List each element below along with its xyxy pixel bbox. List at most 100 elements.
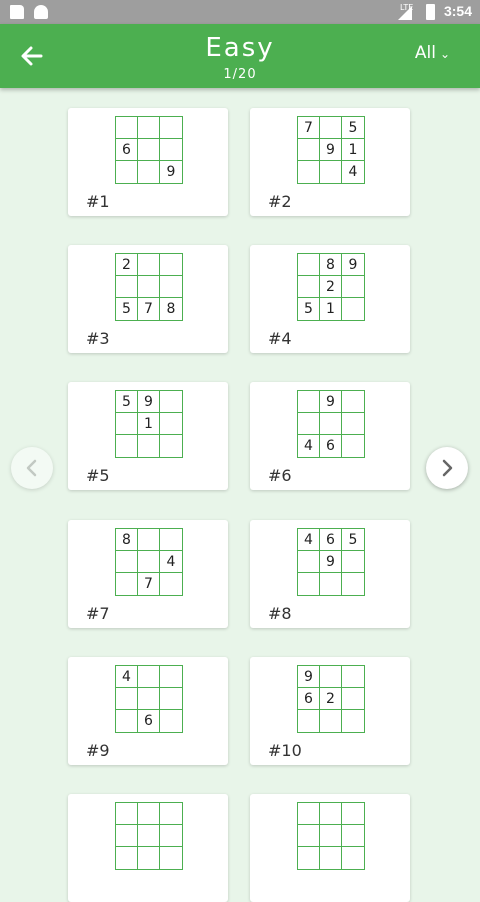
- grid-cell: [138, 117, 160, 139]
- puzzle-card[interactable]: 4 6 #9: [68, 657, 228, 765]
- grid-cell: [298, 391, 320, 413]
- puzzle-number: #1: [86, 192, 110, 211]
- grid-cell: 6: [320, 529, 342, 551]
- grid-cell: 6: [320, 435, 342, 457]
- puzzle-grid: 591: [115, 390, 183, 458]
- grid-cell: [160, 825, 182, 847]
- puzzle-grid: 962: [297, 665, 365, 733]
- grid-cell: [116, 413, 138, 435]
- puzzle-grid: 4659: [297, 528, 365, 596]
- puzzle-card[interactable]: 4 6 5 9 #8: [250, 520, 410, 628]
- grid-cell: [342, 803, 364, 825]
- puzzle-number: #10: [268, 741, 302, 760]
- grid-cell: [342, 710, 364, 732]
- grid-cell: 8: [166, 301, 176, 317]
- grid-cell: 9: [320, 391, 342, 413]
- grid-cell: 4: [116, 666, 138, 688]
- grid-cell: [138, 254, 160, 276]
- grid-cell: [138, 551, 160, 573]
- grid-cell: [320, 710, 342, 732]
- puzzle-card[interactable]: 8 4 7 #7: [68, 520, 228, 628]
- grid-cell: 6: [138, 710, 160, 732]
- filter-dropdown[interactable]: All ⌄: [415, 42, 450, 65]
- grid-cell: [342, 688, 364, 710]
- grid-cell: [116, 573, 138, 595]
- grid-cell: 9: [166, 164, 176, 180]
- grid-cell: [116, 688, 138, 710]
- grid-cell: [320, 666, 342, 688]
- grid-cell: 7: [138, 298, 160, 320]
- puzzle-card[interactable]: 6 9 #1: [68, 108, 228, 216]
- puzzle-card[interactable]: 5 9 1 #5: [68, 382, 228, 490]
- grid-cell: 2: [320, 276, 342, 298]
- grid-cell: [116, 551, 138, 573]
- puzzle-number: #4: [268, 329, 292, 348]
- puzzle-card[interactable]: 7 5 9 1 4 #2: [250, 108, 410, 216]
- next-page-button[interactable]: [426, 447, 468, 489]
- puzzle-card[interactable]: [250, 794, 410, 902]
- grid-cell: [342, 825, 364, 847]
- puzzle-card[interactable]: 8 9 2 5 1 #4: [250, 245, 410, 353]
- status-time: 3:54: [443, 3, 472, 19]
- puzzle-number: #3: [86, 329, 110, 348]
- puzzle-card[interactable]: 9 4 6 #6: [250, 382, 410, 490]
- grid-cell: [160, 254, 182, 276]
- puzzle-card[interactable]: 2 5 7 8 #3: [68, 245, 228, 353]
- grid-cell: 6: [116, 139, 138, 161]
- puzzle-grid: 89251: [297, 253, 365, 321]
- grid-cell: [138, 803, 160, 825]
- grid-cell: [298, 161, 320, 183]
- grid-cell: [160, 139, 182, 161]
- grid-cell: [138, 847, 160, 869]
- grid-cell: [342, 413, 364, 435]
- grid-cell: [160, 573, 182, 595]
- puzzle-grid: 847: [115, 528, 183, 596]
- grid-cell: [320, 825, 342, 847]
- network-type: LTE: [400, 3, 414, 12]
- grid-cell: [138, 825, 160, 847]
- grid-cell: [160, 847, 182, 869]
- grid-cell: [298, 551, 320, 573]
- grid-cell: 5: [116, 298, 138, 320]
- puzzle-grid: [297, 802, 365, 870]
- grid-cell: [116, 161, 138, 183]
- battery-icon: [426, 4, 435, 20]
- puzzle-grid: 2 578: [115, 253, 183, 321]
- puzzle-grid: [115, 802, 183, 870]
- grid-cell: 9: [342, 254, 364, 276]
- puzzle-grid: 946: [297, 390, 365, 458]
- grid-cell: [342, 298, 364, 320]
- grid-cell: [116, 710, 138, 732]
- grid-cell: 4: [160, 551, 182, 573]
- grid-cell: [298, 825, 320, 847]
- grid-cell: [298, 254, 320, 276]
- grid-cell: [160, 413, 182, 435]
- grid-cell: [342, 666, 364, 688]
- grid-cell: 4: [298, 435, 320, 457]
- page-title: Easy: [205, 33, 275, 63]
- grid-cell: 7: [138, 573, 160, 595]
- grid-cell: [298, 573, 320, 595]
- grid-cell: [138, 688, 160, 710]
- grid-cell: [298, 710, 320, 732]
- grid-cell: 1: [342, 139, 364, 161]
- puzzle-number: #7: [86, 604, 110, 623]
- puzzle-card[interactable]: [68, 794, 228, 902]
- previous-page-button[interactable]: [11, 447, 53, 489]
- grid-cell: 2: [116, 254, 138, 276]
- grid-cell: [160, 391, 182, 413]
- grid-cell: 6: [298, 688, 320, 710]
- grid-cell: [320, 803, 342, 825]
- puzzle-number: #2: [268, 192, 292, 211]
- grid-cell: [342, 573, 364, 595]
- grid-cell: [320, 413, 342, 435]
- grid-cell: 5: [342, 529, 364, 551]
- puzzle-grid: 7591 4: [297, 116, 365, 184]
- grid-cell: [138, 276, 160, 298]
- grid-cell: 8: [320, 254, 342, 276]
- grid-cell: [160, 688, 182, 710]
- status-bar: LTE 3:54: [0, 0, 480, 24]
- grid-cell: [342, 391, 364, 413]
- grid-cell: [116, 825, 138, 847]
- puzzle-card[interactable]: 9 6 2 #10: [250, 657, 410, 765]
